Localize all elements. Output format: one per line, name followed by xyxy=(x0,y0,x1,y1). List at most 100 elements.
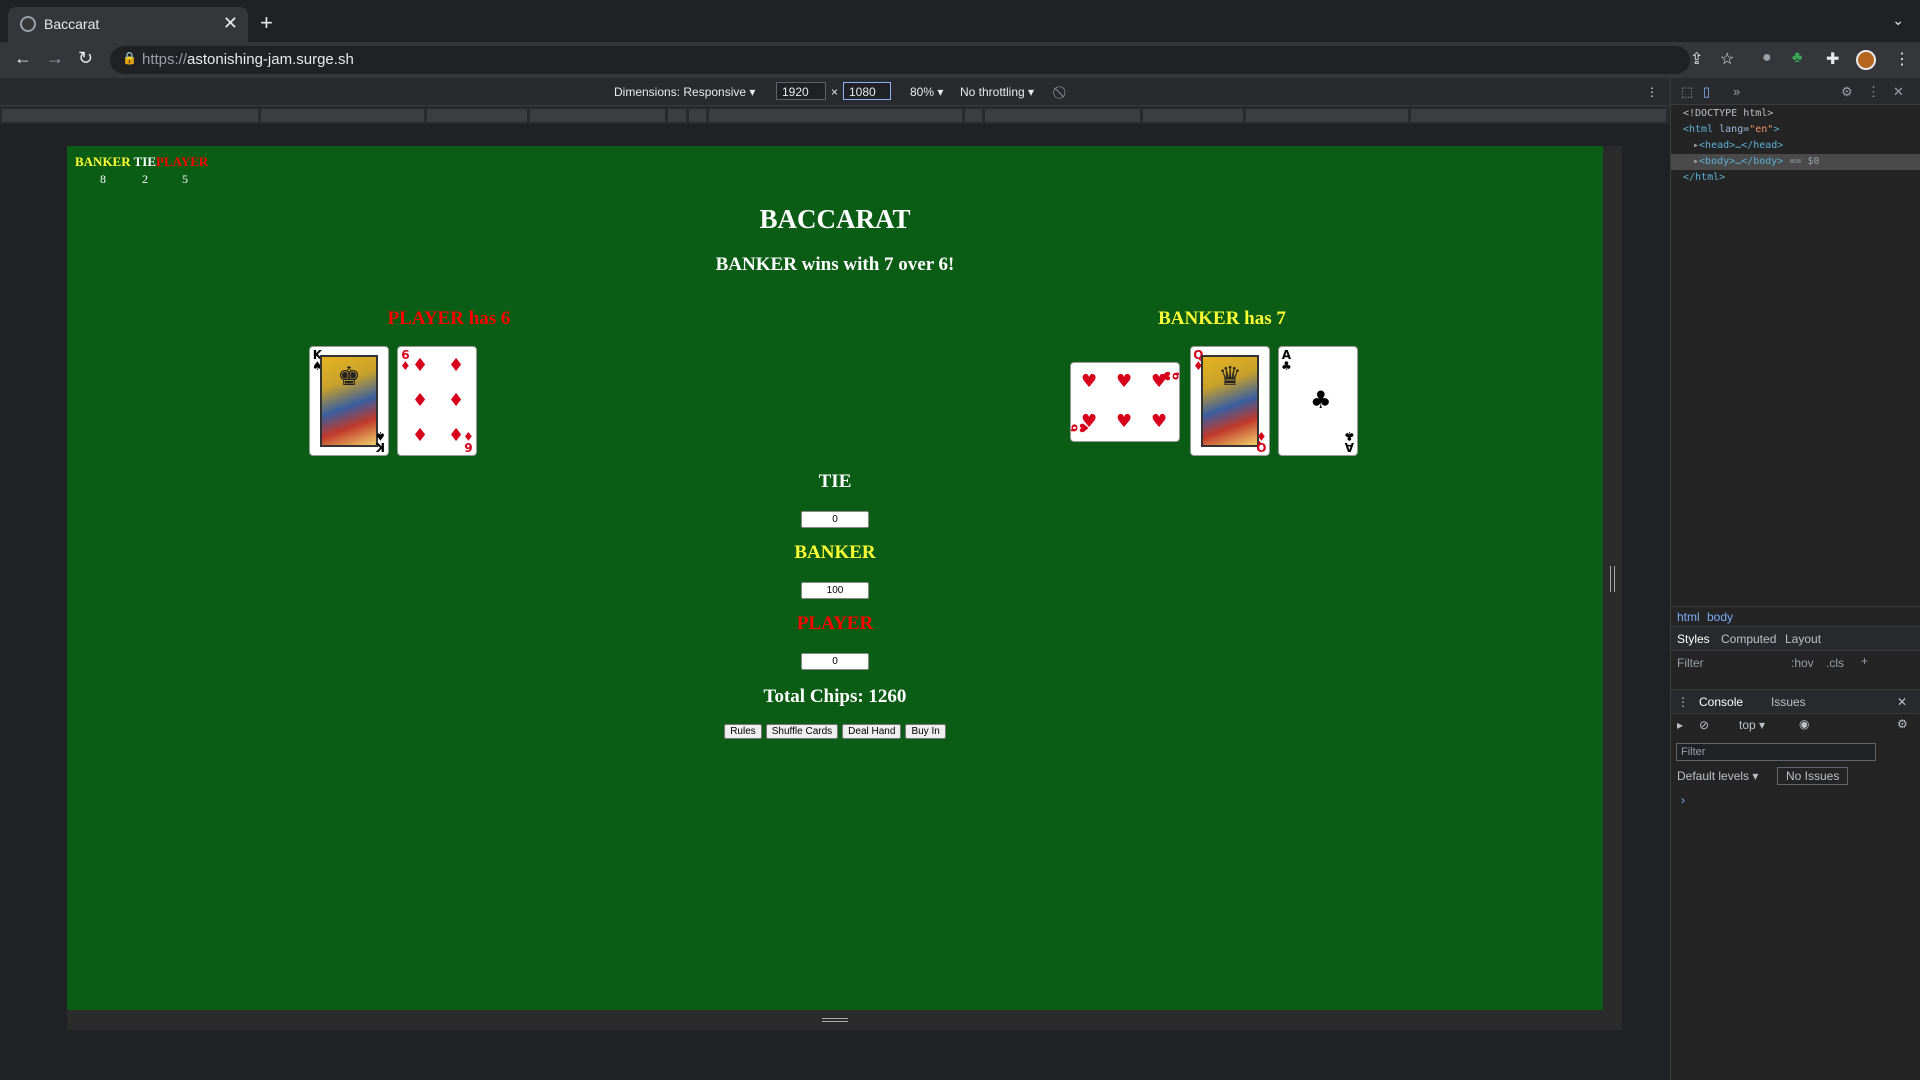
action-buttons: Rules Shuffle Cards Deal Hand Buy In xyxy=(67,724,1603,739)
devtools-menu-icon[interactable]: ⋮ xyxy=(1867,84,1880,100)
sidebar-toggle-icon[interactable]: ▸ xyxy=(1677,718,1683,732)
score-banker-label: BANKER xyxy=(75,154,131,169)
back-arrow-icon[interactable]: ← xyxy=(14,48,32,69)
bookmark-star-icon[interactable]: ☆ xyxy=(1720,49,1734,69)
dom-doctype: <!DOCTYPE html> xyxy=(1683,108,1774,119)
queen-face-image: ♛ xyxy=(1201,355,1259,447)
deal-hand-button[interactable]: Deal Hand xyxy=(842,724,902,739)
issues-badge[interactable]: No Issues xyxy=(1777,767,1849,785)
new-rule-icon[interactable]: + xyxy=(1861,654,1868,668)
dimension-times: × xyxy=(831,85,839,99)
clear-console-icon[interactable]: ⊘ xyxy=(1699,718,1709,732)
result-message: BANKER wins with 7 over 6! xyxy=(715,254,955,275)
extension-icon[interactable]: ● xyxy=(1762,49,1772,67)
width-input[interactable]: 1920 xyxy=(776,82,826,100)
device-toggle-icon[interactable]: ▯ xyxy=(1703,84,1710,100)
devtools-panel: ⬚ ▯ » ⚙ ⋮ ✕ <!DOCTYPE html> <html lang="… xyxy=(1670,78,1920,1080)
browser-toolbar: ← → ↻ 🔒 https://astonishing-jam.surge.sh… xyxy=(0,42,1920,78)
context-dropdown[interactable]: top ▾ xyxy=(1739,718,1765,732)
globe-icon xyxy=(20,16,36,32)
tab-console[interactable]: Console xyxy=(1699,695,1743,709)
tie-bet-label: TIE xyxy=(818,471,852,492)
inspect-icon[interactable]: ⬚ xyxy=(1681,84,1693,100)
puzzle-icon[interactable]: ✚ xyxy=(1826,49,1839,69)
score-tie-label: TIE xyxy=(133,154,157,169)
crumb-body[interactable]: body xyxy=(1707,610,1733,624)
game-title: BACCARAT xyxy=(759,204,911,234)
close-devtools-icon[interactable]: ✕ xyxy=(1893,84,1904,100)
banker-card-ace-clubs: A ♣ ♣ A ♣ xyxy=(1278,346,1358,456)
buy-in-button[interactable]: Buy In xyxy=(905,724,946,739)
shuffle-cards-button[interactable]: Shuffle Cards xyxy=(765,724,839,739)
total-chips: Total Chips: 1260 xyxy=(763,686,907,707)
styles-filter-input[interactable]: Filter xyxy=(1677,656,1704,670)
new-tab-button[interactable]: + xyxy=(260,10,273,36)
lock-icon: 🔒 xyxy=(122,51,137,65)
king-face-image: ♚ xyxy=(320,355,378,447)
player-card-six-diamonds: 6 ♦ ♦ ♦ ♦ ♦ ♦ ♦ 6 ♦ xyxy=(397,346,477,456)
tie-bet-input[interactable]: 0 xyxy=(801,511,869,528)
close-tab-icon[interactable]: ✕ xyxy=(223,13,238,34)
dimensions-dropdown[interactable]: Dimensions: Responsive ▾ xyxy=(614,85,755,99)
tab-issues[interactable]: Issues xyxy=(1771,695,1806,709)
styles-tabs: Styles Computed Layout xyxy=(1671,626,1920,650)
resize-handle-bottom[interactable] xyxy=(67,1010,1622,1030)
profile-avatar[interactable] xyxy=(1856,50,1876,70)
console-filter-input[interactable]: Filter xyxy=(1676,743,1876,761)
tab-styles[interactable]: Styles xyxy=(1677,632,1710,646)
address-bar[interactable]: 🔒 https://astonishing-jam.surge.sh xyxy=(110,46,1690,74)
url-text: https://astonishing-jam.surge.sh xyxy=(142,51,354,68)
throttling-dropdown[interactable]: No throttling ▾ xyxy=(960,85,1034,99)
close-drawer-icon[interactable]: ✕ xyxy=(1897,695,1907,709)
scoreboard: BANKER TIEPLAYER 8 2 5 xyxy=(75,154,209,186)
console-settings-icon[interactable]: ⚙ xyxy=(1897,717,1908,731)
player-bet-input[interactable]: 0 xyxy=(801,653,869,670)
dom-body[interactable]: ▸<body>…</body> == $0 xyxy=(1671,154,1920,170)
styles-filter-row: Filter :hov .cls + xyxy=(1671,650,1920,674)
player-hand-label: PLAYER has 6 xyxy=(387,308,511,329)
dom-html-close[interactable]: </html> xyxy=(1671,170,1920,186)
dom-html-open[interactable]: <html lang="en"> xyxy=(1671,122,1920,138)
console-prompt[interactable]: › xyxy=(1681,793,1685,807)
cls-toggle[interactable]: .cls xyxy=(1826,656,1844,670)
settings-gear-icon[interactable]: ⚙ xyxy=(1841,84,1853,100)
banker-card-six-hearts-rotated: 6♥ ♥ ♥ ♥ ♥ ♥ ♥ 6♥ xyxy=(1070,362,1180,442)
device-toolbar: Dimensions: Responsive ▾ 1920 × 1080 80%… xyxy=(0,78,1670,105)
breadcrumb: html body xyxy=(1671,606,1920,626)
banker-hand-label: BANKER has 7 xyxy=(1158,308,1286,329)
baccarat-page: BANKER TIEPLAYER 8 2 5 BACCARAT BANKER w… xyxy=(67,146,1603,1010)
tab-strip: Baccarat ✕ + ⌄ xyxy=(0,0,1920,42)
banker-bet-input[interactable]: 100 xyxy=(801,582,869,599)
drawer-menu-icon[interactable]: ⋮ xyxy=(1677,695,1689,709)
menu-dots-icon[interactable]: ⋮ xyxy=(1894,49,1910,69)
forward-arrow-icon[interactable]: → xyxy=(46,48,64,69)
height-input[interactable]: 1080 xyxy=(843,82,891,100)
banker-card-queen-diamonds: Q ♦ ♛ Q ♦ xyxy=(1190,346,1270,456)
zoom-dropdown[interactable]: 80% ▾ xyxy=(910,85,943,99)
tab-title: Baccarat xyxy=(44,16,100,32)
console-levels-row: Default levels ▾ No Issues xyxy=(1671,766,1920,786)
score-banker-count: 8 xyxy=(100,172,106,186)
tab-computed[interactable]: Computed xyxy=(1721,632,1776,646)
share-icon[interactable]: ⇪ xyxy=(1690,49,1703,69)
dom-head[interactable]: ▸<head>…</head> xyxy=(1671,138,1920,154)
player-bet-label: PLAYER xyxy=(796,613,874,634)
tab-layout[interactable]: Layout xyxy=(1785,632,1821,646)
device-more-icon[interactable]: ⋮ xyxy=(1646,85,1658,99)
player-card-king-spades: K ♠ ♚ K ♠ xyxy=(309,346,389,456)
dom-tree: <!DOCTYPE html> <html lang="en"> ▸<head>… xyxy=(1671,106,1920,186)
score-player-count: 5 xyxy=(182,172,188,186)
levels-dropdown[interactable]: Default levels ▾ xyxy=(1677,769,1758,783)
hov-toggle[interactable]: :hov xyxy=(1791,656,1814,670)
banker-bet-label: BANKER xyxy=(794,542,876,563)
crumb-html[interactable]: html xyxy=(1677,610,1700,624)
eye-icon[interactable]: ◉ xyxy=(1799,717,1809,731)
browser-tab[interactable]: Baccarat ✕ xyxy=(8,7,248,42)
tab-search-chevron-icon[interactable]: ⌄ xyxy=(1892,12,1904,29)
resize-handle-right[interactable] xyxy=(1610,566,1615,592)
reload-icon[interactable]: ↻ xyxy=(78,48,93,69)
tree-extension-icon[interactable]: ♣ xyxy=(1792,49,1803,67)
more-tabs-icon[interactable]: » xyxy=(1733,84,1740,99)
rules-button[interactable]: Rules xyxy=(724,724,762,739)
score-player-label: PLAYER xyxy=(156,154,209,169)
